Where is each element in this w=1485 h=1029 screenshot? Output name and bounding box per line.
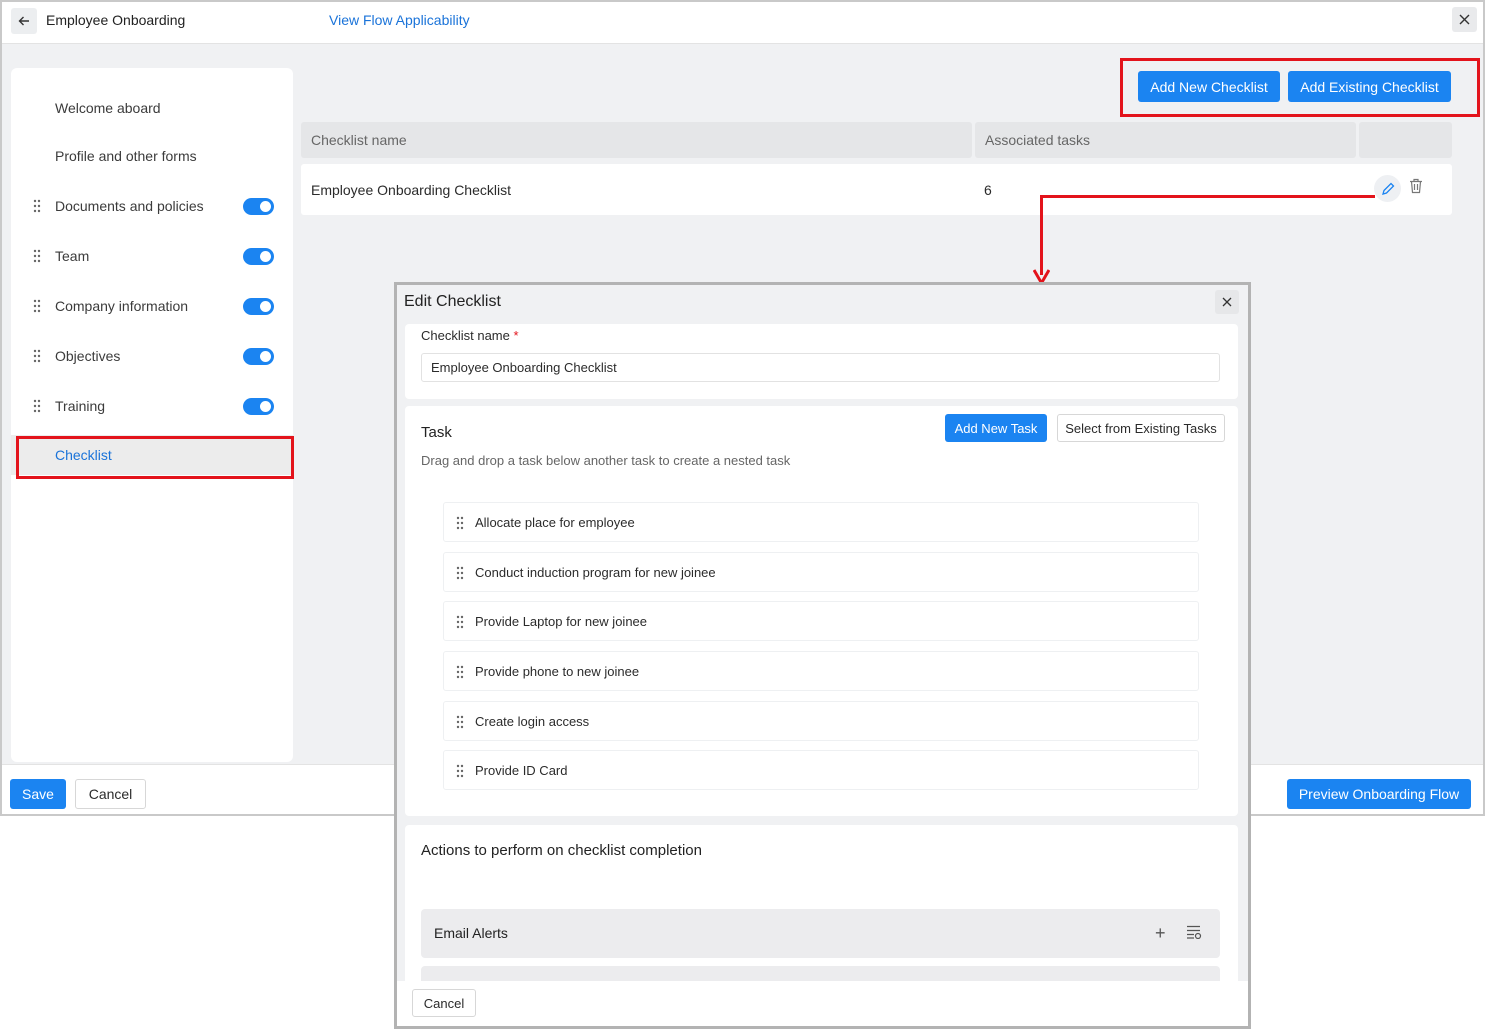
checklist-name-label: Checklist name *	[421, 328, 519, 343]
task-label: Allocate place for employee	[475, 515, 635, 530]
top-bar: Employee Onboarding View Flow Applicabil…	[2, 2, 1483, 44]
select-existing-tasks-button[interactable]: Select from Existing Tasks	[1057, 414, 1225, 442]
edit-checklist-modal: Edit Checklist Checklist name * Employee…	[394, 282, 1251, 1029]
associated-tasks-cell: 6	[984, 182, 992, 198]
checklist-name-input[interactable]: Employee Onboarding Checklist	[421, 353, 1220, 382]
drag-handle-icon[interactable]	[33, 349, 41, 363]
edit-button[interactable]	[1374, 175, 1401, 202]
table-row[interactable]: Employee Onboarding Checklist 6	[301, 164, 1452, 215]
toggle-switch[interactable]	[243, 198, 274, 215]
save-button[interactable]: Save	[10, 779, 66, 809]
page-title: Employee Onboarding	[46, 12, 186, 28]
add-new-task-button[interactable]: Add New Task	[945, 414, 1047, 442]
task-label: Provide Laptop for new joinee	[475, 614, 648, 629]
drag-handle-icon[interactable]	[33, 199, 41, 213]
drag-handle-icon[interactable]	[456, 715, 464, 729]
sidebar-item-label: Training	[55, 398, 106, 414]
task-label: Provide ID Card	[475, 763, 568, 778]
add-existing-checklist-button[interactable]: Add Existing Checklist	[1288, 71, 1451, 102]
sidebar-item-label: Company information	[55, 298, 189, 314]
task-label: Create login access	[475, 714, 590, 729]
toggle-switch[interactable]	[243, 248, 274, 265]
pencil-icon	[1381, 182, 1394, 195]
sidebar-item-documents-policies[interactable]: Documents and policies	[11, 186, 293, 226]
close-icon	[1459, 14, 1470, 25]
modal-title: Edit Checklist	[404, 293, 501, 310]
list-settings-icon[interactable]	[1186, 925, 1202, 939]
required-mark: *	[513, 328, 519, 343]
back-button[interactable]	[11, 8, 37, 34]
email-alerts-label: Email Alerts	[434, 925, 508, 941]
sidebar-item-objectives[interactable]: Objectives	[11, 336, 293, 376]
checklist-highlight-box	[16, 436, 294, 479]
close-icon	[1222, 297, 1232, 307]
arrow-connector-horizontal	[1041, 195, 1375, 198]
sidebar-item-training[interactable]: Training	[11, 386, 293, 426]
modal-cancel-button[interactable]: Cancel	[412, 989, 476, 1017]
cancel-button[interactable]: Cancel	[75, 779, 146, 809]
task-item[interactable]: Conduct induction program for new joinee	[443, 552, 1199, 592]
drag-handle-icon[interactable]	[33, 299, 41, 313]
sidebar-item-profile-forms[interactable]: Profile and other forms	[11, 136, 293, 176]
toggle-switch[interactable]	[243, 398, 274, 415]
column-header-checklist-name: Checklist name	[301, 122, 972, 158]
drag-handle-icon[interactable]	[33, 399, 41, 413]
task-card: Task Drag and drop a task below another …	[405, 406, 1238, 816]
drag-handle-icon[interactable]	[456, 615, 464, 629]
actions-section-title: Actions to perform on checklist completi…	[421, 842, 702, 859]
task-item[interactable]: Provide ID Card	[443, 750, 1199, 790]
view-flow-applicability-link[interactable]: View Flow Applicability	[329, 12, 470, 28]
header-label: Associated tasks	[985, 132, 1091, 148]
toggle-switch[interactable]	[243, 298, 274, 315]
task-section-title: Task	[421, 424, 452, 441]
arrow-left-icon	[18, 16, 29, 26]
drag-handle-icon[interactable]	[456, 516, 464, 530]
sidebar-item-team[interactable]: Team	[11, 236, 293, 276]
task-hint-text: Drag and drop a task below another task …	[421, 453, 791, 468]
sidebar-item-label: Team	[55, 248, 90, 264]
sidebar-item-welcome-aboard[interactable]: Welcome aboard	[11, 88, 293, 128]
task-item[interactable]: Provide phone to new joinee	[443, 651, 1199, 691]
checklist-name-card: Checklist name * Employee Onboarding Che…	[405, 324, 1238, 399]
sidebar: Welcome aboard Profile and other forms D…	[11, 68, 293, 762]
arrow-connector-vertical	[1040, 195, 1043, 275]
preview-onboarding-flow-button[interactable]: Preview Onboarding Flow	[1287, 779, 1471, 809]
sidebar-item-label: Documents and policies	[55, 198, 204, 214]
task-item[interactable]: Provide Laptop for new joinee	[443, 601, 1199, 641]
actions-card: Actions to perform on checklist completi…	[405, 825, 1238, 996]
drag-handle-icon[interactable]	[456, 665, 464, 679]
toggle-switch[interactable]	[243, 348, 274, 365]
task-label: Conduct induction program for new joinee	[475, 565, 716, 580]
modal-footer: Cancel	[397, 981, 1248, 1026]
close-button[interactable]	[1452, 7, 1477, 32]
task-label: Provide phone to new joinee	[475, 664, 640, 679]
task-item[interactable]: Create login access	[443, 701, 1199, 741]
add-new-checklist-button[interactable]: Add New Checklist	[1138, 71, 1280, 102]
sidebar-item-label: Profile and other forms	[55, 148, 197, 164]
trash-icon[interactable]	[1409, 178, 1423, 194]
task-item[interactable]: Allocate place for employee	[443, 502, 1199, 542]
drag-handle-icon[interactable]	[456, 764, 464, 778]
sidebar-item-company-information[interactable]: Company information	[11, 286, 293, 326]
drag-handle-icon[interactable]	[33, 249, 41, 263]
plus-icon[interactable]: +	[1155, 923, 1166, 944]
header-label: Checklist name	[311, 132, 407, 148]
drag-handle-icon[interactable]	[456, 566, 464, 580]
sidebar-item-label: Welcome aboard	[55, 100, 161, 116]
checklist-name-cell: Employee Onboarding Checklist	[311, 182, 511, 198]
column-header-actions	[1359, 122, 1452, 158]
column-header-associated-tasks: Associated tasks	[975, 122, 1356, 158]
email-alerts-row[interactable]: Email Alerts +	[421, 909, 1220, 958]
sidebar-item-label: Objectives	[55, 348, 121, 364]
modal-close-button[interactable]	[1215, 290, 1239, 314]
